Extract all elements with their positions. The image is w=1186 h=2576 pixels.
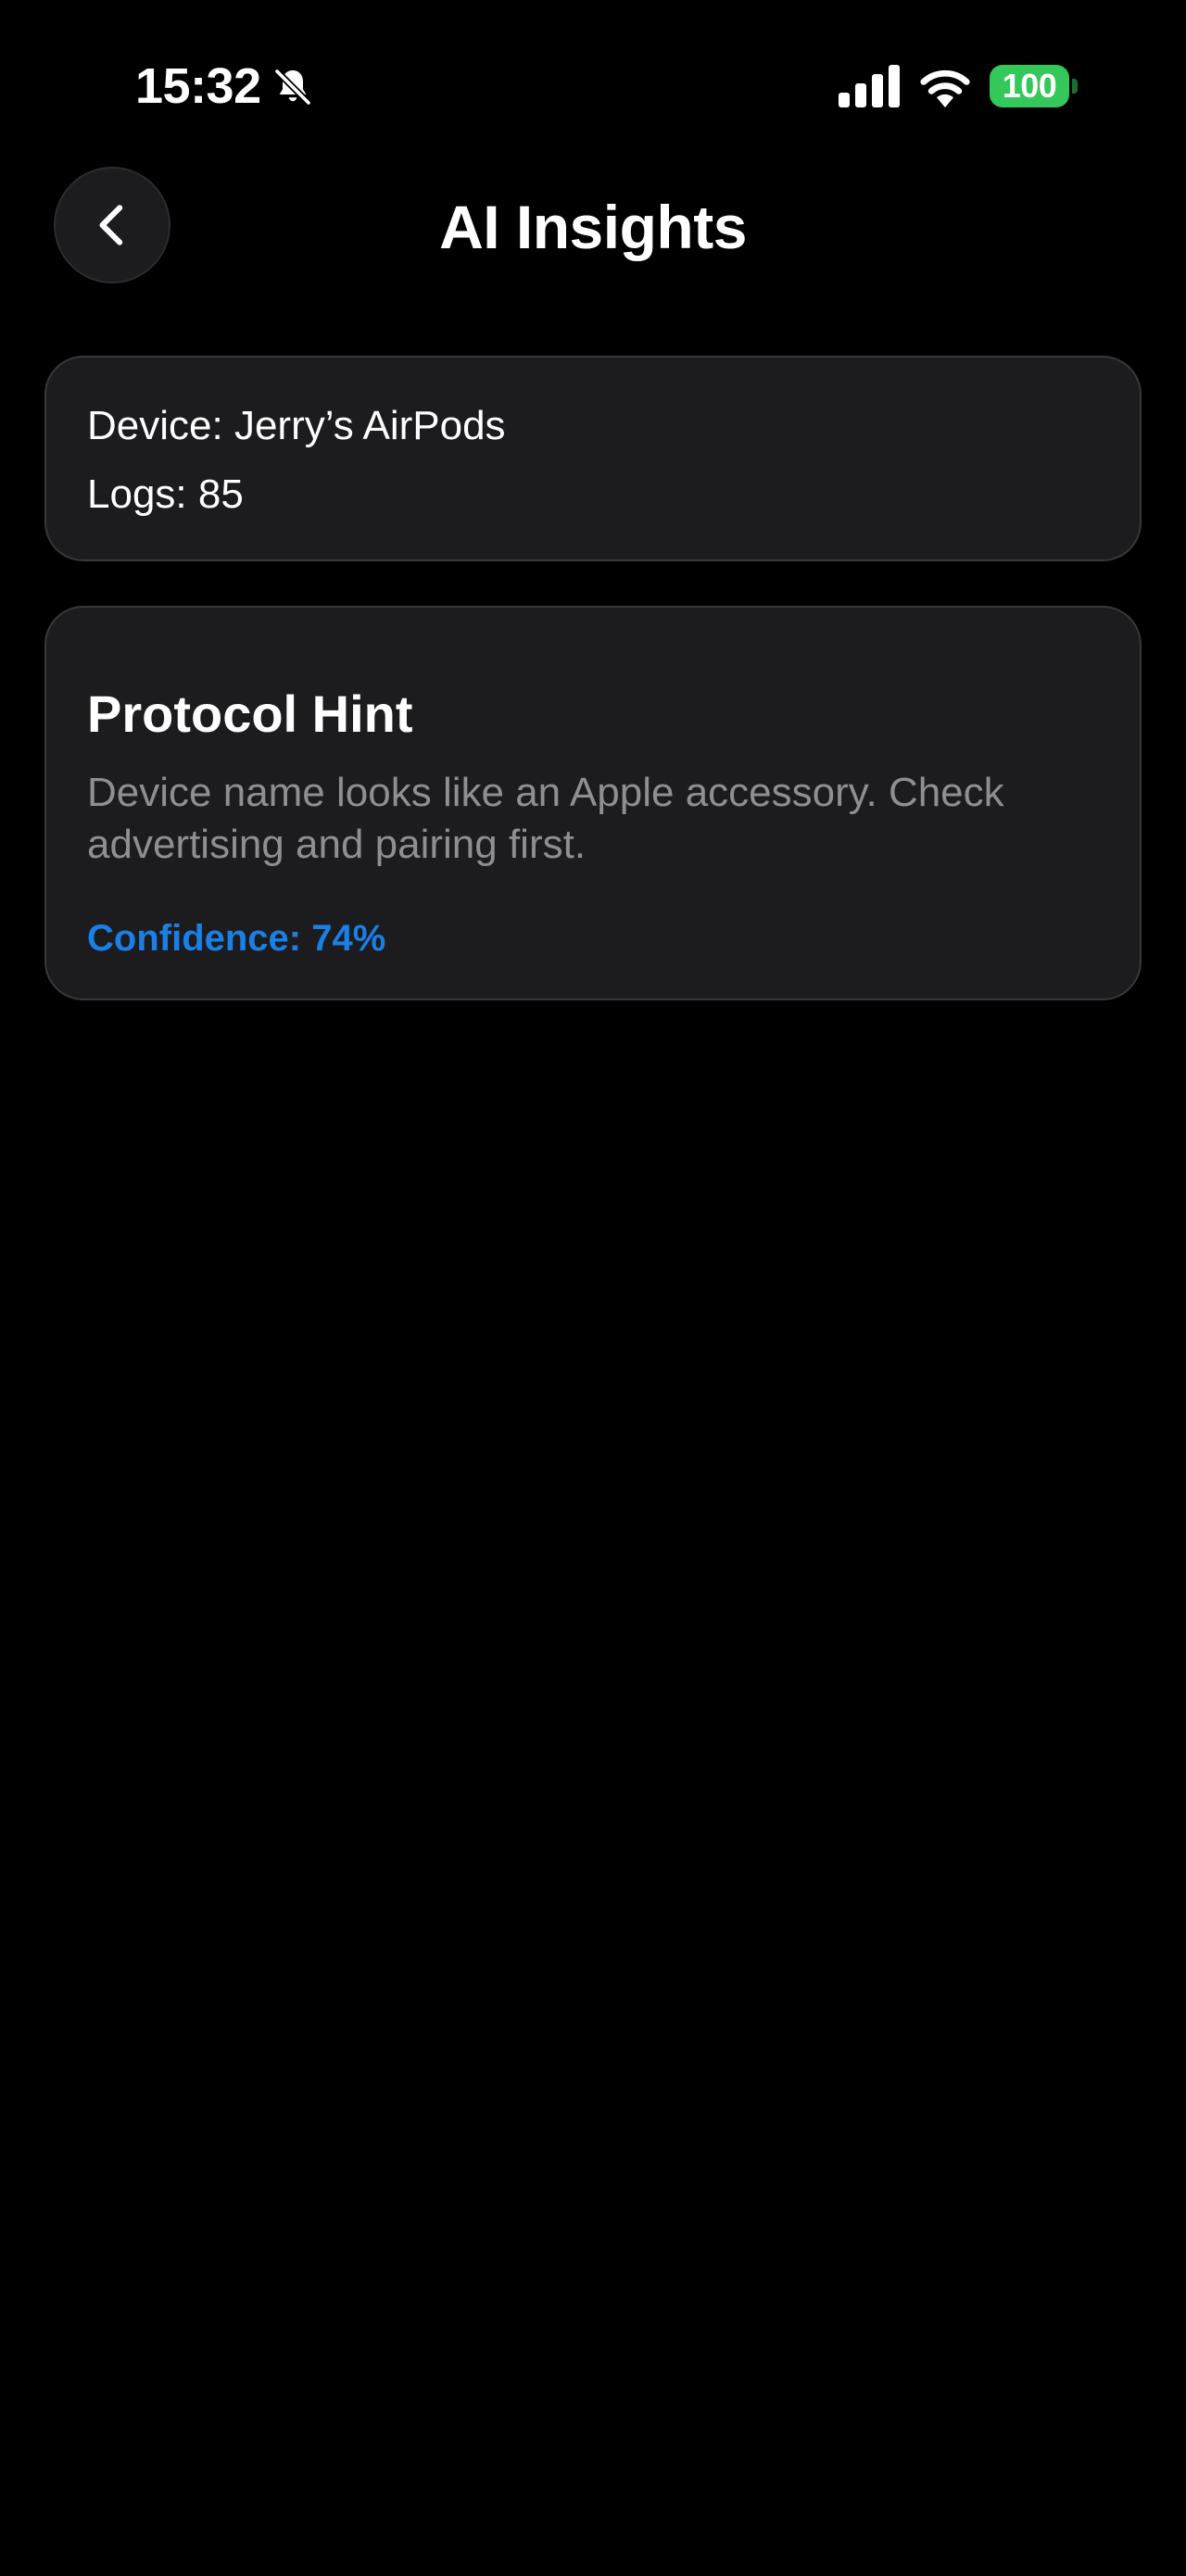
battery-cap (1072, 79, 1078, 94)
device-info-card: Device: Jerry’s AirPods Logs: 85 (44, 356, 1142, 561)
cellular-signal-icon (839, 65, 900, 107)
hint-title: Protocol Hint (87, 685, 413, 743)
battery-level: 100 (990, 65, 1069, 107)
confidence-label: Confidence: 74% (87, 918, 386, 959)
page-title: AI Insights (439, 193, 747, 261)
status-time: 15:32 (135, 58, 261, 114)
hint-description: Device name looks like an Apple accessor… (87, 770, 1004, 867)
wifi-icon (920, 69, 970, 107)
log-count-text: Logs: 85 (87, 471, 244, 517)
status-bar: 15:32 100 (0, 0, 1186, 176)
protocol-hint-card: Protocol Hint Device name looks like an … (44, 606, 1142, 1000)
bell-slash-icon (273, 68, 312, 107)
battery-indicator: 100 (990, 65, 1079, 107)
device-name-text: Device: Jerry’s AirPods (87, 403, 506, 448)
